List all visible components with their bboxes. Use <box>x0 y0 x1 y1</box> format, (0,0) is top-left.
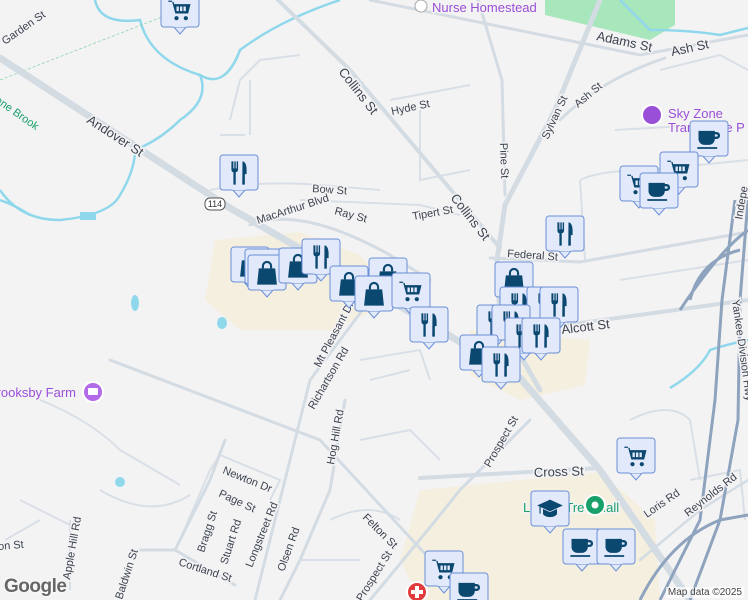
street-label: MacArthur Blvd <box>255 192 330 227</box>
street-label: Collins St <box>336 65 382 118</box>
map-attribution[interactable]: Map data ©2025 <box>665 587 744 598</box>
route-114-shield: 114 <box>204 197 226 211</box>
street-label: Apple Hill Rd <box>61 516 84 581</box>
poi-brooksby-farm[interactable]: Brooksby Farm <box>0 381 104 403</box>
street-label: Collins St <box>448 191 494 244</box>
street-label: Hog Hill Rd <box>325 409 346 466</box>
street-label: Loris Rd <box>642 487 682 520</box>
street-label: Bragg St <box>195 510 220 554</box>
map-canvas[interactable]: 114 Garden St Andover St Collins St Coll… <box>0 0 748 600</box>
cafe-marker[interactable] <box>639 172 679 216</box>
street-label: Hyde St <box>390 98 431 118</box>
street-label: Stuart Rd <box>218 518 244 566</box>
cafe-marker[interactable] <box>449 572 489 600</box>
street-label: Page St <box>217 488 258 515</box>
street-label: Ray St <box>333 205 368 225</box>
street-label: Andover St <box>84 112 146 160</box>
poi-label: Brooksby Farm <box>0 385 76 400</box>
cart-marker[interactable] <box>616 437 656 481</box>
street-label: Tipert St <box>411 204 454 223</box>
hospital-icon[interactable] <box>406 581 428 600</box>
amusement-icon <box>641 104 663 126</box>
street-label: Ash St <box>670 36 711 59</box>
street-label: Eton St <box>0 539 24 554</box>
restaurant-marker[interactable] <box>409 306 449 350</box>
street-label: Prospect St <box>482 414 521 469</box>
map-layer: 114 Garden St Andover St Collins St Coll… <box>0 0 748 600</box>
poi-label: Nurse Homestead <box>432 0 537 15</box>
street-label: Indepe <box>733 185 748 220</box>
poi-nurse-homestead[interactable]: Nurse Homestead <box>414 0 538 17</box>
street-label: Baldwin St <box>113 548 140 600</box>
water-label: Crane Brook <box>0 88 41 134</box>
google-logo[interactable]: Google <box>4 576 67 598</box>
street-label: Garden St <box>0 9 48 48</box>
mt-pleasant-dr <box>253 298 372 600</box>
street-label: Pine St <box>497 143 510 179</box>
route-number: 114 <box>208 199 222 209</box>
street-label: Ash St <box>572 80 605 110</box>
cart-marker[interactable] <box>160 0 200 35</box>
restaurant-marker[interactable] <box>219 154 259 198</box>
loris-rd <box>638 478 748 562</box>
street-label: Reynolds Rd <box>682 471 739 519</box>
ponds <box>80 212 227 487</box>
street-label: Cross St <box>534 463 585 480</box>
poi-pin-icon <box>414 0 428 13</box>
street-label: Sylvan St <box>540 94 571 141</box>
poi-label: Sky Zone <box>668 106 723 121</box>
